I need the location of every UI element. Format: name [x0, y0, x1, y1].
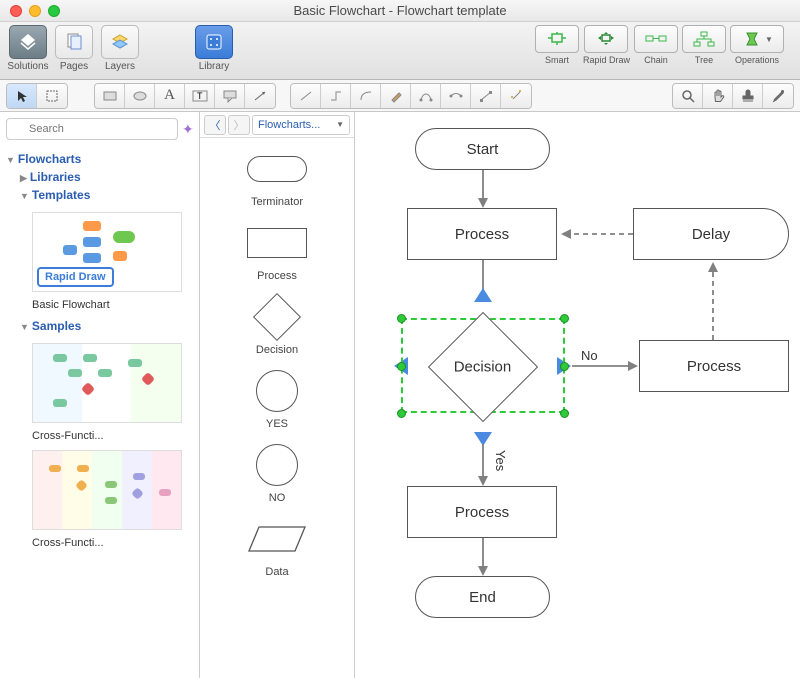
sample-label-1: Cross-Functi...: [6, 430, 193, 442]
pages-label: Pages: [60, 61, 88, 72]
solutions-tab[interactable]: Solutions: [6, 25, 50, 72]
library-label: Library: [199, 61, 230, 72]
left-sidebar: ✦ ▼Flowcharts ▶Libraries ▼Templates Rapi…: [0, 112, 200, 678]
eyedropper-tool[interactable]: [763, 84, 793, 108]
rectangle-tool[interactable]: [95, 84, 125, 108]
node-end[interactable]: End: [415, 576, 550, 618]
textbox-tool[interactable]: T: [185, 84, 215, 108]
callout-tool[interactable]: [215, 84, 245, 108]
operations-mode-button[interactable]: ▼Operations: [730, 25, 784, 65]
lib-forward-button[interactable]: 〉: [228, 115, 250, 135]
minimize-window-button[interactable]: [29, 5, 41, 17]
shape-process[interactable]: Process: [200, 222, 354, 282]
magic-tool[interactable]: [501, 84, 531, 108]
node-process-1[interactable]: Process: [407, 208, 557, 260]
node-delay[interactable]: Delay: [633, 208, 789, 260]
tree-mode-button[interactable]: Tree: [682, 25, 726, 65]
edit-points-tool[interactable]: [471, 84, 501, 108]
close-window-button[interactable]: [10, 5, 22, 17]
shape-data[interactable]: Data: [200, 518, 354, 578]
tree-templates[interactable]: ▼Templates: [6, 186, 193, 204]
node-start[interactable]: Start: [415, 128, 550, 170]
edge-label-yes: Yes: [491, 450, 510, 471]
layers-tab[interactable]: Layers: [98, 25, 142, 72]
main-toolbar: Solutions Pages Layers Library Smart Rap…: [0, 22, 800, 80]
tree-samples[interactable]: ▼Samples: [6, 317, 193, 335]
pointer-tool[interactable]: [7, 84, 37, 108]
zoom-tool[interactable]: [673, 84, 703, 108]
tree-root-flowcharts[interactable]: ▼Flowcharts: [6, 150, 193, 168]
tools-ribbon: A T: [0, 80, 800, 112]
ellipse-tool[interactable]: [125, 84, 155, 108]
pages-tab[interactable]: Pages: [52, 25, 96, 72]
layers-label: Layers: [105, 61, 135, 72]
library-name-dropdown[interactable]: Flowcharts...▼: [252, 115, 350, 135]
connector-elbow-tool[interactable]: [321, 84, 351, 108]
template-item[interactable]: Rapid Draw: [6, 204, 193, 299]
connector-curve-tool[interactable]: [351, 84, 381, 108]
tree-libraries[interactable]: ▶Libraries: [6, 168, 193, 186]
lib-back-button[interactable]: 〈: [204, 115, 226, 135]
pen-tool[interactable]: [381, 84, 411, 108]
smart-mode-button[interactable]: Smart: [535, 25, 579, 65]
solutions-label: Solutions: [7, 61, 48, 72]
rocket-icon[interactable]: ✦: [182, 121, 194, 137]
sample-item-2[interactable]: [6, 442, 193, 537]
window-title: Basic Flowchart - Flowchart template: [60, 3, 740, 18]
chain-mode-button[interactable]: Chain: [634, 25, 678, 65]
rapid-draw-mode-button[interactable]: Rapid Draw: [583, 25, 630, 65]
hand-tool[interactable]: [703, 84, 733, 108]
drawing-canvas[interactable]: Start Process Decision Yes Process End N…: [355, 112, 800, 678]
shape-no[interactable]: NO: [200, 444, 354, 504]
shape-decision[interactable]: Decision: [200, 296, 354, 356]
bezier-tool[interactable]: [411, 84, 441, 108]
stamp-tool[interactable]: [733, 84, 763, 108]
line-tool[interactable]: [245, 84, 275, 108]
sample-label-2: Cross-Functi...: [6, 537, 193, 549]
node-process-3[interactable]: Process: [639, 340, 789, 392]
rapid-draw-badge: Rapid Draw: [37, 267, 114, 287]
text-tool[interactable]: A: [155, 84, 185, 108]
template-label: Basic Flowchart: [6, 299, 193, 311]
connector-handle-up[interactable]: [474, 288, 492, 302]
node-process-2[interactable]: Process: [407, 486, 557, 538]
shape-terminator[interactable]: Terminator: [200, 148, 354, 208]
spline-tool[interactable]: [441, 84, 471, 108]
zoom-window-button[interactable]: [48, 5, 60, 17]
text-select-tool[interactable]: [37, 84, 67, 108]
shape-yes[interactable]: YES: [200, 370, 354, 430]
window-titlebar: Basic Flowchart - Flowchart template: [0, 0, 800, 22]
library-button[interactable]: Library: [192, 25, 236, 72]
sample-item-1[interactable]: [6, 335, 193, 430]
search-input[interactable]: [6, 118, 178, 140]
svg-text:T: T: [197, 91, 203, 101]
shapes-panel: 〈 〉 Flowcharts...▼ Terminator Process De…: [200, 112, 355, 678]
connector-straight-tool[interactable]: [291, 84, 321, 108]
